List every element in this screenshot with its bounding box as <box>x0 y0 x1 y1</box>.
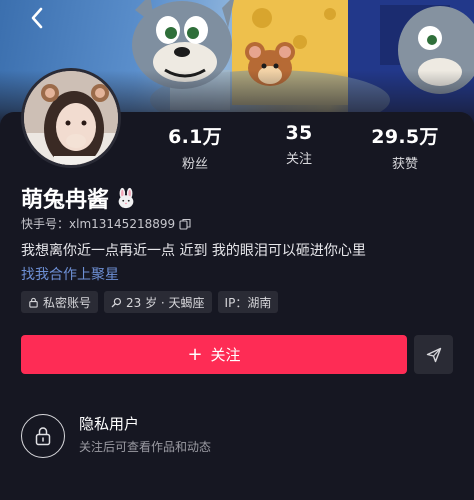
send-icon <box>426 347 441 362</box>
stat-label: 关注 <box>285 152 312 167</box>
plus-icon: + <box>187 343 203 365</box>
avatar[interactable] <box>21 68 121 168</box>
copy-icon[interactable] <box>179 218 191 230</box>
private-title: 隐私用户 <box>79 415 140 433</box>
stat-value: 29.5万 <box>371 126 439 148</box>
profile-tags: 私密账号 23 岁 · 天蝎座 IP：湖南 <box>21 291 279 313</box>
stat-label: 获赞 <box>391 157 418 172</box>
kuaishou-id-value: xlm13145218899 <box>69 216 176 231</box>
bunny-emoji-icon <box>118 187 134 209</box>
kuaishou-id-row: 快手号： xlm13145218899 <box>21 215 191 232</box>
lock-icon <box>21 414 65 458</box>
profile-name: 萌兔冉酱 <box>21 188 110 213</box>
tag-ip-location: IP：湖南 <box>217 291 279 313</box>
follow-label: 关注 <box>210 346 241 364</box>
business-link[interactable]: 找我合作上聚星 <box>21 264 119 284</box>
profile-name-row: 萌兔冉酱 <box>21 182 137 214</box>
kuaishou-id-label: 快手号： <box>21 217 70 231</box>
stat-label: 粉丝 <box>181 157 208 172</box>
private-user-notice: 隐私用户 关注后可查看作品和动态 <box>21 410 461 460</box>
tag-text: 23 岁 · 天蝎座 <box>126 295 205 310</box>
private-description: 关注后可查看作品和动态 <box>79 440 212 454</box>
stat-followers[interactable]: 6.1万 粉丝 <box>150 122 240 172</box>
stat-value: 6.1万 <box>168 126 222 148</box>
profile-bio: 我想离你近一点再近一点 近到 我的眼泪可以砸进你心里 <box>21 243 366 259</box>
back-chevron-icon[interactable] <box>26 6 50 30</box>
follow-button[interactable]: + 关注 <box>21 335 407 374</box>
tag-text: IP：湖南 <box>224 295 272 310</box>
lock-icon <box>29 297 38 308</box>
share-button[interactable] <box>414 335 453 374</box>
stat-value: 35 <box>285 122 313 144</box>
tag-private-account: 私密账号 <box>21 291 99 313</box>
search-icon <box>111 297 122 307</box>
tag-text: 私密账号 <box>43 295 92 310</box>
stat-likes[interactable]: 29.5万 获赞 <box>360 122 450 172</box>
tag-age-zodiac: 23 岁 · 天蝎座 <box>104 291 212 313</box>
stat-following[interactable]: 35 关注 <box>254 122 344 167</box>
stats-bar: 6.1万 粉丝 35 关注 29.5万 获赞 <box>150 122 450 172</box>
